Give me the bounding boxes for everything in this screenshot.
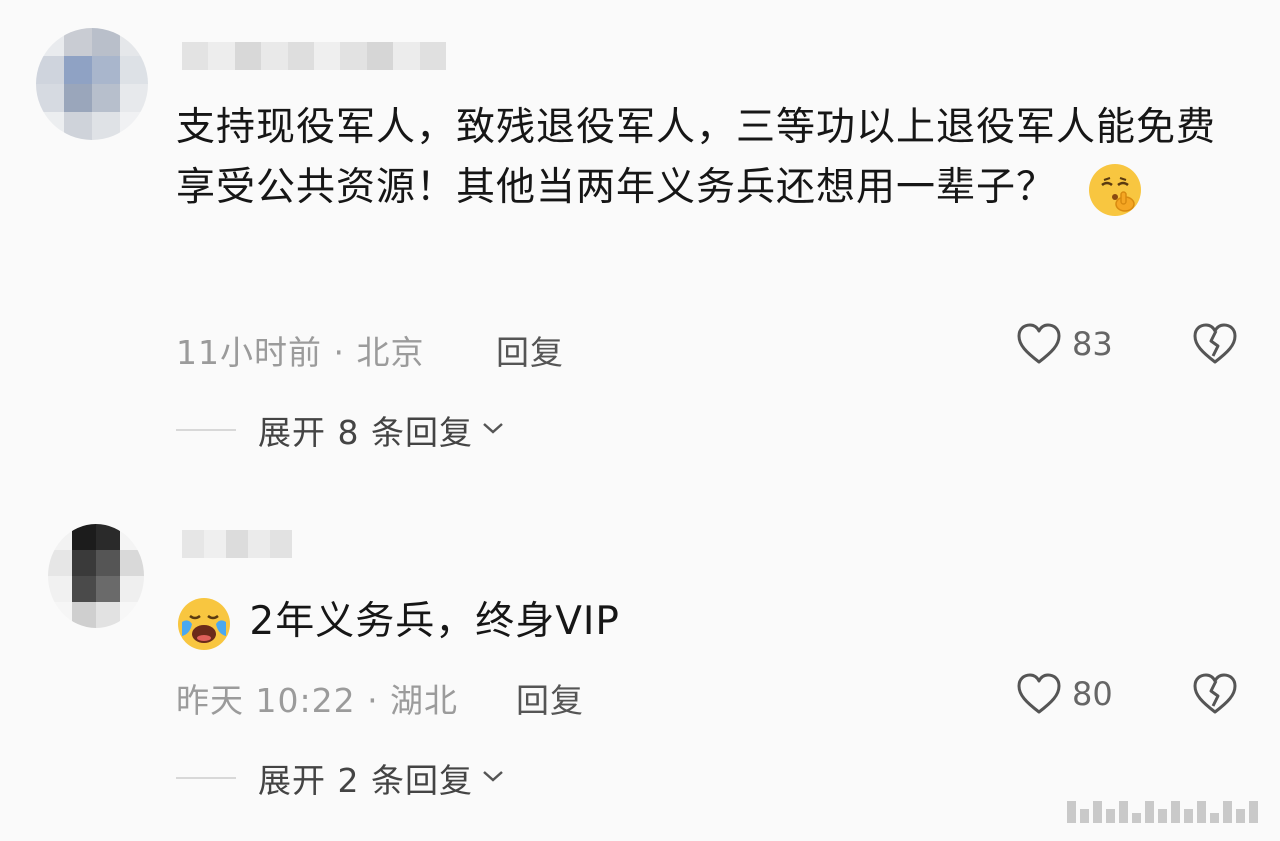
watermark-bar [1236,809,1245,823]
chevron-down-icon [481,420,505,440]
watermark-bar [1171,801,1180,823]
avatar-pixel [120,56,148,84]
like-count: 83 [1072,325,1113,363]
avatar-pixel [120,112,148,140]
watermark-bar [1145,801,1154,823]
username-blur-block [287,42,314,70]
time-location: 昨天 10:22 · 湖北 [176,681,459,720]
username-blur-block [270,530,292,558]
avatar-pixel [48,576,72,602]
watermark-bar [1119,801,1128,823]
avatar-pixel [96,524,120,550]
avatar-pixel [64,84,92,112]
avatar-pixel [120,550,144,576]
username-blur-block [208,42,235,70]
username-blurred[interactable] [182,42,446,70]
avatar-pixel [96,576,120,602]
watermark-bar [1223,801,1232,823]
avatar-pixel [92,84,120,112]
like-count: 80 [1072,675,1113,713]
expand-replies[interactable]: 展开 8 条回复 [176,406,505,454]
avatar[interactable] [36,28,148,140]
avatar-pixel [48,524,72,550]
watermark-bar [1184,809,1193,823]
avatar-pixel [64,28,92,56]
avatar-pixel [36,112,64,140]
username-blur-block [419,42,446,70]
watermark-icon [1067,801,1258,823]
avatar-pixel [120,576,144,602]
comment-text-content: 2年义务兵，终身VIP [249,599,620,644]
expand-replies-label: 展开 8 条回复 [258,413,473,452]
heart-icon [1016,322,1062,366]
avatar-pixel [72,602,96,628]
watermark-bar [1197,801,1206,823]
comment-text: 2年义务兵，终身VIP [176,592,1230,652]
username-blur-block [204,530,226,558]
avatar-pixel [92,112,120,140]
shushing-face-emoji-icon [1087,162,1143,218]
watermark-bar [1210,813,1219,823]
broken-heart-icon [1192,323,1238,370]
username-blur-block [182,530,204,558]
watermark-bar [1158,809,1167,823]
comment-text-content: 支持现役军人，致残退役军人，三等功以上退役军人能免费享受公共资源！其他当两年义务… [176,105,1217,210]
dislike-button[interactable] [1192,672,1238,720]
username-blur-block [248,530,270,558]
avatar-pixel [48,550,72,576]
username-blur-block [261,42,288,70]
avatar-pixel [120,602,144,628]
avatar-pixel [120,84,148,112]
reply-button[interactable]: 回复 [496,326,564,374]
username-blur-block [340,42,367,70]
avatar-pixel [72,524,96,550]
dislike-button[interactable] [1192,322,1238,370]
expand-replies-label: 展开 2 条回复 [258,761,473,800]
username-blur-block [234,42,262,70]
watermark-bar [1080,809,1089,823]
avatar-pixel [92,28,120,56]
avatar-pixel [96,602,120,628]
username-blur-block [366,42,394,70]
divider-line [176,429,236,431]
avatar-pixel [64,56,92,84]
username-blur-block [226,530,248,558]
watermark-bar [1106,809,1115,823]
avatar-pixel [72,576,96,602]
avatar-pixel [120,524,144,550]
avatar-pixel [120,28,148,56]
comment-text: 支持现役军人，致残退役军人，三等功以上退役军人能免费享受公共资源！其他当两年义务… [176,98,1230,218]
expand-replies[interactable]: 展开 2 条回复 [176,754,505,802]
avatar-pixel [72,550,96,576]
username-blurred[interactable] [182,530,292,558]
like-button[interactable]: 83 [1016,322,1113,366]
username-blur-block [182,42,209,70]
heart-icon [1016,672,1062,716]
time-location: 11小时前 · 北京 [176,333,425,372]
watermark-bar [1249,801,1258,823]
reply-button[interactable]: 回复 [516,674,584,722]
username-blur-block [393,42,420,70]
watermark-bar [1067,801,1076,823]
avatar-pixel [36,56,64,84]
loudly-crying-face-emoji-icon [176,596,232,652]
chevron-down-icon [481,768,505,788]
divider-line [176,777,236,779]
avatar-pixel [48,602,72,628]
like-button[interactable]: 80 [1016,672,1113,716]
username-blur-block [313,42,341,70]
avatar[interactable] [48,524,144,628]
avatar-pixel [64,112,92,140]
watermark-bar [1093,801,1102,823]
avatar-pixel [36,84,64,112]
watermark-bar [1132,813,1141,823]
broken-heart-icon [1192,673,1238,720]
avatar-pixel [36,28,64,56]
avatar-pixel [96,550,120,576]
avatar-pixel [92,56,120,84]
